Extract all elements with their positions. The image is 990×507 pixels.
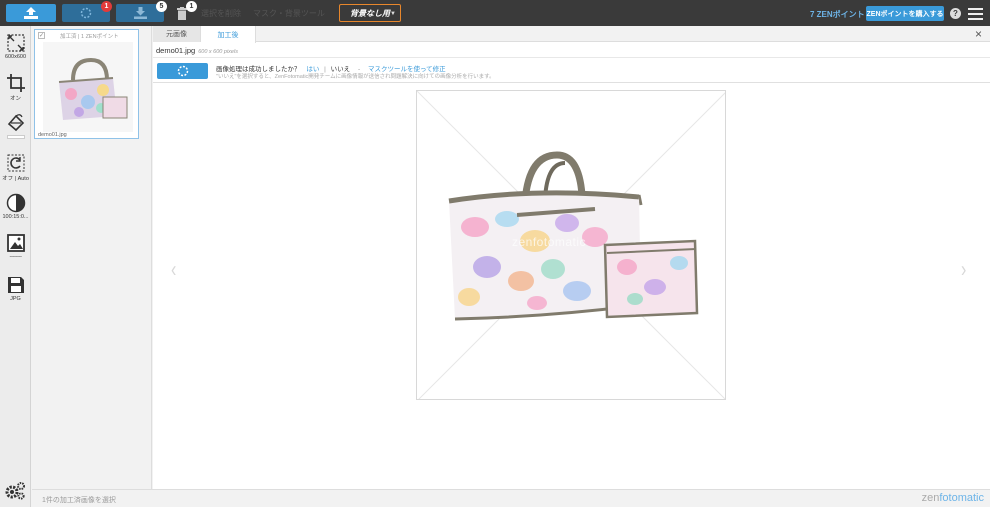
thumbnail-item[interactable]: ✓ 加工済 | 1 ZENポイント demo01.jpg [34,29,139,139]
crop-label: オン [9,96,21,102]
processing-indicator [157,63,208,79]
file-name: demo01.jpg [156,46,196,55]
trash-count-badge: 1 [186,1,197,12]
thumbnail-image [43,42,133,132]
tab-original[interactable]: 元画像 [153,26,201,42]
chevron-down-icon: ▼ [390,11,396,17]
hamburger-menu-icon[interactable] [968,8,983,20]
image-canvas: zenfotomatic [416,90,726,400]
main-panel: 元画像 加工後 × demo01.jpg 600 x 600 pixels 画像処… [153,26,990,489]
buy-points-button[interactable]: ZENポイントを購入する [866,6,944,21]
save-icon [7,277,24,293]
settings-button[interactable] [4,481,26,501]
contrast-icon [6,193,25,213]
delete-selected-link[interactable]: 選択を削除 [201,8,241,19]
tool-resize[interactable]: 600x600 [0,33,31,60]
selection-status: 1件の加工済画像を選択 [42,497,116,504]
levels-label: 100:15:0... [2,214,29,220]
status-bar: 1件の加工済画像を選択 zenfotomatic [32,489,990,507]
watermark-text: zenfotomatic [512,235,587,249]
rotate-icon [7,154,24,172]
upload-button[interactable] [6,4,56,22]
spinner-icon [177,65,188,77]
previous-image-arrow[interactable]: ‹ [171,258,176,283]
tool-shadow[interactable]: -------- [0,233,31,260]
thumbnail-status: 加工済 | 1 ZENポイント [60,34,119,40]
gear-icon [5,482,25,500]
tab-processed[interactable]: 加工後 [201,26,256,43]
file-info: demo01.jpg 600 x 600 pixels [156,46,238,55]
brand-logo: zenfotomatic [921,492,984,504]
zen-points-link[interactable]: 7 ZENポイント [810,9,865,20]
shadow-label: -------- [9,254,22,260]
confirm-note: "いいえ"を選択すると、ZenFotomatic開発チームに画像情報が送信され問… [216,74,495,80]
trash-button[interactable]: 1 [170,1,197,22]
tool-rotate[interactable]: オフ | Auto [0,153,31,182]
help-icon[interactable]: ? [950,8,961,19]
upload-icon [24,7,38,19]
close-icon[interactable]: × [975,27,982,41]
resize-label: 600x600 [4,54,27,60]
background-select[interactable]: 背景なし用 ▼ [339,4,401,22]
file-dimensions: 600 x 600 pixels [198,49,238,55]
process-count-badge: 1 [101,1,112,12]
resize-icon [6,34,25,52]
top-toolbar: 1 5 1 選択を削除 マスク・背景ツール 背景なし用 ▼ 7 ZENポイント … [0,0,990,26]
image-icon [6,234,25,252]
tool-crop[interactable]: オン [0,73,31,102]
format-label: JPG [10,296,21,302]
tool-fill[interactable] [0,113,31,139]
download-count-badge: 5 [156,1,167,12]
thumbnail-filename: demo01.jpg [38,132,67,138]
fill-color-swatch[interactable] [6,135,25,139]
left-tool-panel: 600x600 オン オフ | Auto 100:15:0... -------… [0,26,31,507]
confirm-panel: 画像処理は成功しましたか？ はい | いいえ - マスクツールを使って修正 "い… [153,57,990,83]
thumbnail-list: ✓ 加工済 | 1 ZENポイント demo01.jpg [32,26,152,489]
crop-icon [6,74,25,92]
bucket-icon [7,114,24,132]
spinner-icon [80,7,92,19]
process-button[interactable]: 1 [62,1,112,22]
background-select-value: 背景なし用 [350,8,390,18]
tool-format[interactable]: JPG [0,275,31,302]
thumbnail-checkbox[interactable]: ✓ [38,32,45,39]
tool-levels[interactable]: 100:15:0... [0,193,31,220]
image-tabs: 元画像 加工後 × [153,26,990,43]
rotate-label: オフ | Auto [2,176,29,182]
download-button[interactable]: 5 [116,1,167,22]
background-mode-link[interactable]: マスク・背景ツール [253,8,325,19]
download-icon [133,7,147,19]
next-image-arrow[interactable]: › [961,258,966,283]
